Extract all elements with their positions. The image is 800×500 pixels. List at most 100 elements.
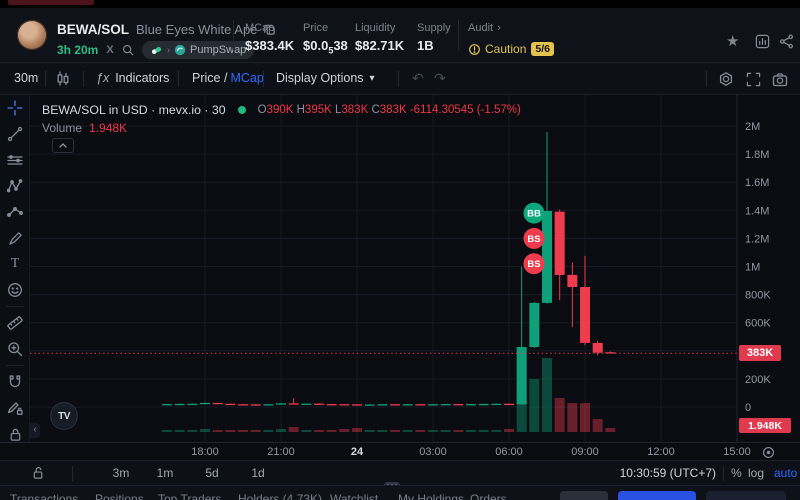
fx-icon: ƒx [96,71,109,85]
svg-text:200K: 200K [745,374,771,386]
forecast-tool[interactable] [0,199,30,225]
mcap-mode-active: MCap [230,71,263,85]
chart-toolbar: 30m ƒx Indicators Price / MCap Display O… [0,62,800,95]
stat-mcap: MCap $383.4K [245,22,294,53]
stat-supply-value: 1B [417,38,451,53]
text-tool[interactable]: T [0,251,30,277]
range-1d-button[interactable]: 1d [243,466,273,480]
ohlc-o-label: O [258,104,267,116]
magnet-tool[interactable] [0,369,30,395]
caution-score-badge: 5/6 [531,42,554,56]
candle-style-icon[interactable] [55,71,71,87]
redo-icon[interactable]: ↷ [434,70,446,87]
range-1m-button[interactable]: 1m [150,466,180,480]
draw-lock-tool[interactable] [0,395,30,421]
price-chart-canvas[interactable]: 2M1.8M1.6M1.4M1.2M1M800K600K200K0BBBSBS [0,95,800,442]
percent-scale-button[interactable]: % [731,466,742,480]
undo-icon[interactable]: ↶ [412,70,424,87]
token-age: 3h 20m [57,43,98,57]
clock[interactable]: 10:30:59 (UTC+7) [598,466,716,480]
axis-settings-icon[interactable] [762,446,775,459]
fullscreen-icon[interactable] [746,72,761,87]
range-3m-button[interactable]: 3m [106,466,136,480]
camera-snapshot-icon[interactable] [772,72,788,88]
ohlc-l-value: 383K [341,104,368,116]
zoom-tool[interactable] [0,336,30,362]
channel-tool[interactable] [0,147,30,173]
time-tick: 24 [335,446,379,458]
chain-arrow: › [167,45,170,56]
caution-row[interactable]: Caution 5/6 [468,42,554,56]
chart-bottom-bar: 3m 1m 5d 1d 10:30:59 (UTC+7) % log auto [0,460,800,485]
ohlc-h-value: 395K [305,104,332,116]
tab-orders[interactable]: Orders [470,492,507,500]
time-tick: 21:00 [259,446,303,458]
ohlc-h-label: H [297,104,305,116]
token-name: Blue Eyes White Ape [136,22,257,37]
stat-price: Price $0.0538 [303,22,348,56]
share-icon[interactable] [779,34,794,49]
stat-supply: Supply 1B [417,22,451,53]
token-avatar[interactable] [17,20,47,50]
x-social-icon[interactable]: X [106,44,113,56]
platform-pill[interactable]: › PumpSwap [142,41,255,59]
token-pair[interactable]: BEWA/SOL [57,22,129,37]
price-axis-badge: 383K [739,345,781,361]
crosshair-tool[interactable] [0,95,30,121]
caution-label: Caution [485,42,526,56]
platform-name: PumpSwap [190,44,246,56]
audit-link[interactable]: Audit › [468,22,501,34]
stat-price-value: $0.0538 [303,38,348,56]
volume-label[interactable]: Volume [42,121,82,135]
tradingview-logo[interactable]: TV [50,402,78,430]
top-strip-fragment [8,0,94,5]
range-5d-button[interactable]: 5d [197,466,227,480]
favorite-star-icon[interactable]: ★ [726,32,739,50]
legend-title[interactable]: BEWA/SOL in USD · mevx.io · 30 [42,103,226,117]
collapse-rail-handle[interactable]: ‹ [30,423,40,438]
interval-button[interactable]: 30m [14,71,38,85]
volume-value: 1.948K [89,121,127,135]
time-tick: 09:00 [563,446,607,458]
button-fragment-gray[interactable] [560,491,608,500]
price-mcap-toggle[interactable]: Price / MCap [192,71,264,85]
ohlc-o-value: 390K [267,104,294,116]
caution-icon [468,43,481,56]
time-lock-icon[interactable] [32,466,45,480]
brush-tool[interactable] [0,225,30,251]
time-axis[interactable]: 18:0021:002403:0006:0009:0012:0015:00 [0,442,800,460]
settings-gear-icon[interactable] [718,71,734,87]
open-chart-icon[interactable] [755,34,770,49]
chevron-up-icon [59,143,67,148]
button-fragment-outline[interactable] [706,491,786,500]
time-tick: 18:00 [183,446,227,458]
emoji-tool[interactable] [0,277,30,303]
tab-positions[interactable]: Positions [95,492,144,500]
time-tick: 06:00 [487,446,531,458]
svg-text:1.8M: 1.8M [745,149,769,161]
tab-my-holdings[interactable]: My Holdings [398,492,464,500]
tab-transactions[interactable]: Transactions [10,492,78,500]
ohlc-c-label: C [371,104,379,116]
auto-scale-button[interactable]: auto [774,466,797,480]
display-options-button[interactable]: Display Options ▾ [276,71,375,85]
tab-top-traders[interactable]: Top Traders [158,492,221,500]
tab-watchlist[interactable]: Watchlist [330,492,378,500]
ruler-tool[interactable] [0,310,30,336]
button-fragment-blue[interactable] [618,491,696,500]
trendline-tool[interactable] [0,121,30,147]
tab-holders[interactable]: Holders (4.73K) [238,492,322,500]
svg-text:2M: 2M [745,121,760,133]
live-dot [238,106,246,114]
svg-text:1M: 1M [745,262,760,274]
svg-text:BS: BS [527,234,540,245]
volume-axis-badge: 1.948K [739,418,791,433]
svg-text:BB: BB [527,209,541,220]
search-icon[interactable] [122,44,134,56]
log-scale-button[interactable]: log [748,466,764,480]
pattern-tool[interactable] [0,173,30,199]
legend-collapse-button[interactable] [52,138,74,153]
drawing-tools-rail: T [0,95,30,442]
token-header: BEWA/SOL Blue Eyes White Ape 3h 20m X › [0,8,800,62]
indicators-button[interactable]: ƒx Indicators [96,71,169,85]
